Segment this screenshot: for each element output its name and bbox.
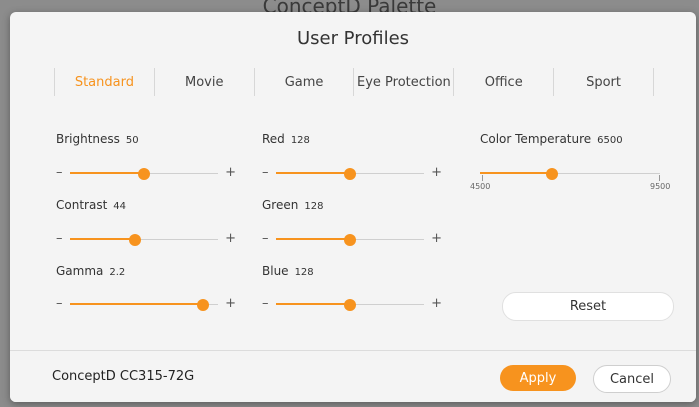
contrast-increase-button[interactable]: + — [225, 231, 236, 246]
red-slider[interactable]: – + — [262, 165, 442, 181]
brightness-label: Brightness 50 — [56, 132, 139, 146]
color-temperature-min-tick — [482, 175, 483, 181]
gamma-fill — [70, 303, 204, 305]
brightness-label-text: Brightness — [56, 132, 120, 146]
gamma-label-text: Gamma — [56, 264, 104, 278]
color-temperature-min-label: 4500 — [470, 182, 491, 191]
blue-fill — [276, 303, 350, 305]
color-temperature-thumb[interactable] — [546, 168, 558, 180]
blue-label: Blue 128 — [262, 264, 314, 278]
green-label-text: Green — [262, 198, 299, 212]
red-label-text: Red — [262, 132, 285, 146]
tab-sport[interactable]: Sport — [553, 68, 654, 96]
gamma-label: Gamma 2.2 — [56, 264, 125, 278]
color-temperature-label-text: Color Temperature — [480, 132, 592, 146]
color-temperature-max-label: 9500 — [650, 182, 671, 191]
blue-thumb[interactable] — [344, 299, 356, 311]
brightness-value: 50 — [125, 135, 139, 146]
color-temperature-max-tick — [659, 175, 660, 181]
red-value: 128 — [290, 135, 310, 146]
tab-movie[interactable]: Movie — [153, 68, 254, 96]
gamma-increase-button[interactable]: + — [225, 296, 236, 311]
red-fill — [276, 172, 350, 174]
blue-decrease-button[interactable]: – — [262, 296, 269, 311]
brightness-increase-button[interactable]: + — [225, 165, 236, 180]
tab-office[interactable]: Office — [453, 68, 553, 96]
brightness-slider[interactable]: – + — [56, 165, 236, 181]
green-thumb[interactable] — [344, 234, 356, 246]
green-increase-button[interactable]: + — [431, 231, 442, 246]
apply-button[interactable]: Apply — [500, 365, 576, 391]
color-temperature-fill — [480, 172, 552, 174]
green-label: Green 128 — [262, 198, 323, 212]
red-label: Red 128 — [262, 132, 310, 146]
contrast-label-text: Contrast — [56, 198, 108, 212]
gamma-slider[interactable]: – + — [56, 296, 236, 312]
green-decrease-button[interactable]: – — [262, 231, 269, 246]
green-fill — [276, 238, 350, 240]
blue-label-text: Blue — [262, 264, 289, 278]
contrast-thumb[interactable] — [129, 234, 142, 246]
green-slider[interactable]: – + — [262, 231, 442, 247]
contrast-label: Contrast 44 — [56, 198, 126, 212]
red-increase-button[interactable]: + — [431, 165, 442, 180]
color-temperature-label: Color Temperature 6500 — [480, 132, 623, 146]
contrast-fill — [70, 238, 136, 240]
contrast-decrease-button[interactable]: – — [56, 231, 63, 246]
gamma-decrease-button[interactable]: – — [56, 296, 63, 311]
red-thumb[interactable] — [344, 168, 356, 180]
contrast-value: 44 — [113, 201, 127, 212]
cancel-button[interactable]: Cancel — [593, 365, 671, 393]
user-profiles-dialog: User Profiles Standard Movie Game Eye Pr… — [10, 12, 696, 402]
dialog-footer: ConceptD CC315-72G Apply Cancel — [10, 350, 696, 402]
brightness-decrease-button[interactable]: – — [56, 165, 63, 180]
brightness-fill — [70, 172, 144, 174]
color-temperature-value: 6500 — [597, 135, 623, 146]
color-temperature-slider[interactable] — [480, 167, 660, 181]
gamma-thumb[interactable] — [197, 299, 210, 311]
tab-eye-protection[interactable]: Eye Protection — [353, 68, 453, 96]
dialog-title: User Profiles — [296, 28, 410, 49]
profile-tabs: Standard Movie Game Eye Protection Offic… — [54, 68, 654, 96]
device-name: ConceptD CC315-72G — [52, 369, 195, 384]
tab-game[interactable]: Game — [253, 68, 354, 96]
red-decrease-button[interactable]: – — [262, 165, 269, 180]
blue-increase-button[interactable]: + — [431, 296, 442, 311]
tab-standard[interactable]: Standard — [54, 68, 154, 96]
blue-value: 128 — [294, 267, 314, 278]
green-value: 128 — [304, 201, 324, 212]
blue-slider[interactable]: – + — [262, 296, 442, 312]
gamma-value: 2.2 — [109, 267, 126, 278]
reset-button[interactable]: Reset — [502, 292, 674, 321]
brightness-thumb[interactable] — [138, 168, 150, 180]
contrast-slider[interactable]: – + — [56, 231, 236, 247]
